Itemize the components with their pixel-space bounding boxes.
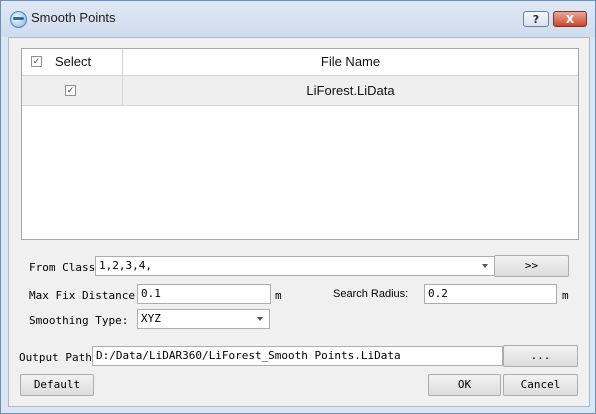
smooth-points-dialog: Smooth Points ? X ✓ Select File Name ✓ L… xyxy=(0,0,596,414)
table-row[interactable]: ✓ LiForest.LiData xyxy=(22,76,578,106)
column-header-file-name[interactable]: File Name xyxy=(123,49,578,75)
default-button[interactable]: Default xyxy=(20,374,94,396)
output-path-input[interactable]: D:/Data/LiDAR360/LiForest_Smooth Points.… xyxy=(92,346,503,366)
max-fix-distance-label: Max Fix Distance: xyxy=(29,289,142,302)
lidar360-logo-icon xyxy=(10,11,27,28)
title-bar[interactable]: Smooth Points ? X xyxy=(1,1,595,37)
smoothing-type-select[interactable]: XYZ xyxy=(137,309,270,329)
max-fix-distance-input[interactable]: 0.1 xyxy=(137,284,271,304)
from-class-label: From Class: xyxy=(29,261,102,274)
output-path-label: Output Path: xyxy=(19,351,99,364)
dialog-body: ✓ Select File Name ✓ LiForest.LiData Fro… xyxy=(8,37,590,407)
column-header-select[interactable]: ✓ Select xyxy=(22,49,123,75)
close-button[interactable]: X xyxy=(553,11,587,27)
file-table: ✓ Select File Name ✓ LiForest.LiData xyxy=(21,48,579,240)
from-class-combobox[interactable]: 1,2,3,4, xyxy=(95,256,495,276)
select-class-button[interactable]: >> xyxy=(494,255,569,277)
table-header: ✓ Select File Name xyxy=(22,49,578,76)
search-radius-label: Search Radius: xyxy=(333,288,409,300)
ok-button[interactable]: OK xyxy=(428,374,501,396)
row-checkbox[interactable]: ✓ xyxy=(65,85,76,96)
smoothing-type-value: XYZ xyxy=(141,312,161,325)
select-column-label: Select xyxy=(55,54,92,69)
search-radius-input[interactable]: 0.2 xyxy=(424,284,557,304)
row-select-cell: ✓ xyxy=(22,76,123,105)
max-fix-distance-unit: m xyxy=(275,289,282,302)
browse-button[interactable]: ... xyxy=(503,345,578,367)
smoothing-type-label: Smoothing Type: xyxy=(29,314,129,327)
chevron-down-icon[interactable] xyxy=(257,317,263,321)
help-button[interactable]: ? xyxy=(523,11,549,27)
select-all-checkbox[interactable]: ✓ xyxy=(31,56,42,67)
cancel-button[interactable]: Cancel xyxy=(503,374,578,396)
row-file-name: LiForest.LiData xyxy=(306,83,395,98)
dialog-title: Smooth Points xyxy=(31,10,116,25)
from-class-value: 1,2,3,4, xyxy=(99,259,152,272)
search-radius-unit: m xyxy=(562,289,569,302)
chevron-down-icon[interactable] xyxy=(482,264,488,268)
